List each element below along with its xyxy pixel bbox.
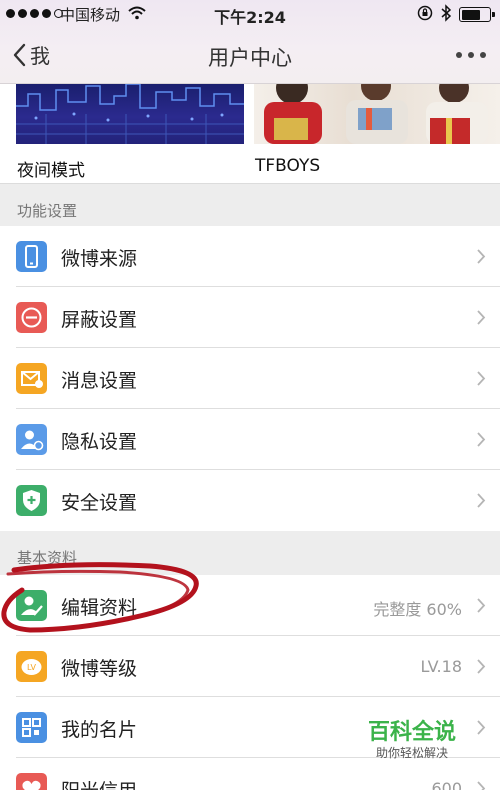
chevron-right-icon: [477, 249, 486, 264]
item-label: 微博等级: [61, 658, 138, 680]
chevron-right-icon: [477, 493, 486, 508]
phone-icon: [16, 241, 47, 272]
privacy-icon: [16, 424, 47, 455]
section-title: 功能设置: [17, 202, 78, 220]
theme-night-mode-label: 夜间模式: [17, 161, 85, 181]
svg-text:LV: LV: [27, 663, 37, 672]
watermark-title: 百科全说: [367, 720, 456, 745]
level-icon: LV: [16, 651, 47, 682]
theme-tfboys-label: TFBOYS: [255, 156, 321, 176]
watermark-logo: 百科全说 助你轻松解决: [352, 710, 472, 768]
battery-icon: [459, 7, 495, 22]
item-label: 隐私设置: [61, 431, 138, 453]
settings-item-edit-profile[interactable]: 编辑资料 完整度 60%: [0, 575, 500, 636]
item-label: 阳光信用: [61, 776, 137, 790]
chevron-right-icon: [477, 310, 486, 325]
card-icon: [16, 712, 47, 743]
item-label: 消息设置: [61, 370, 138, 392]
profile-completeness: 完整度 60%: [373, 600, 462, 619]
chevron-right-icon: [477, 598, 486, 613]
nav-bar: 我 用户中心: [0, 28, 500, 84]
rotation-lock-icon: [417, 5, 433, 21]
item-label: 安全设置: [61, 492, 138, 514]
watermark-subtitle: 助你轻松解决: [375, 746, 448, 760]
item-label: 微博来源: [61, 248, 138, 270]
more-dot-icon: [480, 52, 486, 58]
theme-night-mode-thumbnail[interactable]: [16, 84, 244, 144]
shield-icon: [16, 485, 47, 516]
page-title: 用户中心: [208, 46, 292, 70]
message-icon: [16, 363, 47, 394]
section-header-basic: 基本资料: [0, 535, 500, 577]
edit-profile-icon: [16, 590, 47, 621]
more-dot-icon: [468, 52, 474, 58]
more-button[interactable]: [456, 52, 486, 58]
more-dot-icon: [456, 52, 462, 58]
settings-item-security[interactable]: 安全设置: [0, 470, 500, 531]
block-icon: [16, 302, 47, 333]
settings-item-message[interactable]: 消息设置: [0, 348, 500, 409]
chevron-right-icon: [477, 659, 486, 674]
group-photo-image: [264, 84, 488, 144]
status-bar: 中国移动 下午2:24: [0, 0, 500, 28]
bluetooth-icon: [441, 4, 452, 22]
section-title: 基本资料: [17, 549, 78, 567]
settings-item-privacy[interactable]: 隐私设置: [0, 409, 500, 470]
city-skyline-image: [16, 84, 244, 144]
item-label: 编辑资料: [61, 597, 138, 619]
chevron-right-icon: [477, 371, 486, 386]
chevron-right-icon: [477, 781, 486, 790]
battery-level: [461, 9, 480, 20]
top-bar: 中国移动 下午2:24 我 用户中心: [0, 0, 500, 84]
settings-item-weibo-level[interactable]: LV 微博等级 LV.18: [0, 636, 500, 697]
sunshine-credit-value: 600: [431, 779, 462, 790]
item-label: 屏蔽设置: [61, 309, 138, 331]
chevron-right-icon: [477, 432, 486, 447]
credit-icon: [16, 773, 47, 790]
theme-picker: 夜间模式 TFBOYS: [0, 84, 500, 184]
settings-item-block[interactable]: 屏蔽设置: [0, 287, 500, 348]
item-label: 我的名片: [61, 719, 138, 741]
chevron-right-icon: [477, 720, 486, 735]
section-header-function: 功能设置: [0, 188, 500, 230]
weibo-level-value: LV.18: [420, 657, 462, 676]
theme-tfboys-thumbnail[interactable]: [254, 84, 500, 144]
settings-item-weibo-source[interactable]: 微博来源: [0, 226, 500, 287]
